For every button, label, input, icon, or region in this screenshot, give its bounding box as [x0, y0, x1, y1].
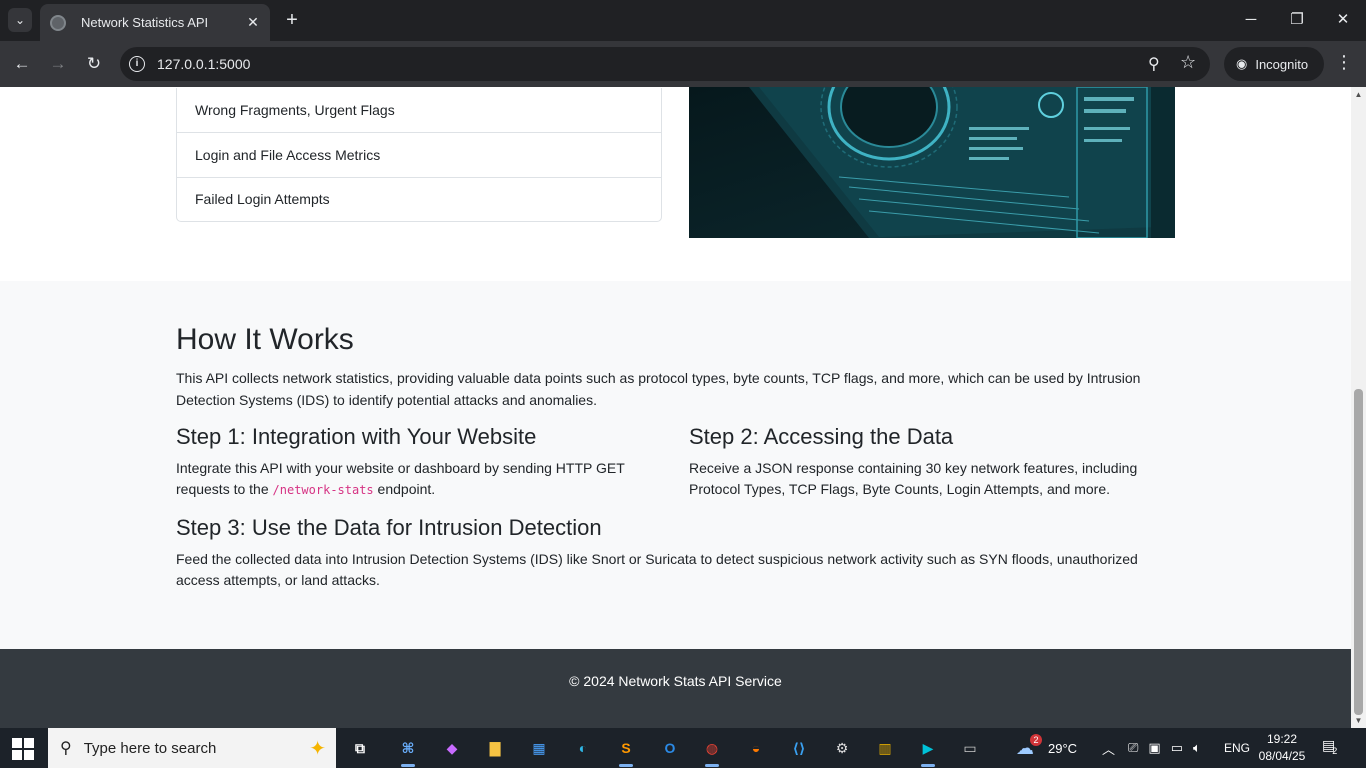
- weather-badge: 2: [1030, 734, 1042, 746]
- page-viewport: Wrong Fragments, Urgent Flags Login and …: [0, 87, 1351, 728]
- step3-text: Feed the collected data into Intrusion D…: [176, 551, 1138, 588]
- notification-icon[interactable]: ▤2: [1322, 737, 1346, 759]
- step2-text: Receive a JSON response containing 30 ke…: [689, 460, 1138, 497]
- incognito-icon: ◉: [1236, 56, 1248, 71]
- url-text: 127.0.0.1:5000: [157, 56, 251, 72]
- settings-gear-icon[interactable]: ⚙: [827, 734, 857, 762]
- language-indicator[interactable]: ENG: [1224, 728, 1250, 768]
- battery-icon[interactable]: ▭: [1171, 740, 1183, 756]
- step2-title: Step 2: Accessing the Data: [689, 424, 954, 449]
- taskbar-search[interactable]: ⚲ Type here to search ✦: [48, 728, 336, 768]
- step3-title: Step 3: Use the Data for Intrusion Detec…: [176, 515, 602, 540]
- page-scrollbar[interactable]: ▲ ▼: [1351, 87, 1366, 728]
- new-tab-button[interactable]: +: [282, 8, 302, 32]
- terminal-icon[interactable]: ▭: [955, 734, 985, 762]
- reload-button[interactable]: ↻: [82, 52, 106, 76]
- browser-menu-button[interactable]: ⋮: [1334, 52, 1354, 73]
- meet-icon[interactable]: ⎚: [1128, 740, 1138, 756]
- window-close-button[interactable]: ✕: [1320, 8, 1366, 32]
- feature-list: Wrong Fragments, Urgent Flags Login and …: [176, 88, 662, 222]
- media-app-icon[interactable]: ▶: [913, 734, 943, 767]
- outlook-icon[interactable]: O: [655, 734, 685, 762]
- page-footer: © 2024 Network Stats API Service: [0, 649, 1351, 728]
- task-view-icon[interactable]: ⧉: [345, 734, 375, 762]
- incognito-indicator[interactable]: ◉ Incognito: [1224, 47, 1324, 81]
- copilot-sparkle-icon[interactable]: ✦: [309, 736, 326, 761]
- scroll-up-arrow-icon[interactable]: ▲: [1351, 90, 1366, 99]
- list-item: Failed Login Attempts: [177, 176, 661, 222]
- search-icon: ⚲: [60, 740, 72, 757]
- globe-icon: [50, 14, 66, 31]
- bookmark-star-icon[interactable]: ☆: [1180, 52, 1196, 73]
- scrollbar-thumb[interactable]: [1354, 389, 1363, 715]
- tab-close-icon[interactable]: ✕: [244, 14, 262, 31]
- site-info-icon[interactable]: i: [129, 56, 145, 72]
- browser-tab-bar: ⌄ Network Statistics API ✕ + ─ ❐ ✕: [0, 0, 1366, 41]
- step1-text: Integrate this API with your website or …: [176, 460, 625, 497]
- section-intro: This API collects network statistics, pr…: [176, 370, 1141, 408]
- sublime-text-icon[interactable]: S: [611, 734, 641, 767]
- notification-count: 2: [1332, 746, 1338, 756]
- tray-chevron-icon[interactable]: ︿: [1102, 728, 1115, 768]
- tab-search-button[interactable]: ⌄: [8, 8, 32, 32]
- step1-title: Step 1: Integration with Your Website: [176, 424, 537, 449]
- address-bar[interactable]: i 127.0.0.1:5000 ⚲ ☆: [120, 47, 1210, 81]
- minimize-button[interactable]: ─: [1228, 8, 1274, 32]
- windows-start-icon[interactable]: [12, 738, 34, 760]
- app-icon[interactable]: ◒: [741, 734, 771, 762]
- list-item: Login and File Access Metrics: [177, 132, 661, 177]
- restore-button[interactable]: ❐: [1274, 8, 1320, 32]
- weather-widget[interactable]: ☁ 2 29°C: [1016, 728, 1077, 768]
- microsoft-store-icon[interactable]: ▦: [524, 734, 554, 762]
- network-app-icon[interactable]: ⌘: [393, 734, 423, 767]
- back-button[interactable]: ←: [10, 52, 34, 76]
- tab-title: Network Statistics API: [81, 15, 209, 30]
- display-icon[interactable]: ▣: [1148, 740, 1160, 756]
- network-dashboard-image: [689, 87, 1175, 238]
- copilot-icon[interactable]: ◆: [437, 734, 467, 762]
- browser-toolbar: ← → ↻ i 127.0.0.1:5000 ⚲ ☆ ◉ Incognito ⋮: [0, 41, 1366, 87]
- incognito-label: Incognito: [1255, 56, 1309, 72]
- weather-temp: 29°C: [1048, 740, 1078, 756]
- chrome-icon[interactable]: ◍: [697, 734, 727, 767]
- zoom-icon[interactable]: ⚲: [1148, 54, 1160, 74]
- volume-icon[interactable]: 🔈︎: [1193, 740, 1201, 756]
- system-tray-icons: ⎚ ▣ ▭ 🔈︎: [1128, 728, 1201, 768]
- clock-time: 19:22: [1266, 732, 1298, 746]
- clock-date: 08/04/25: [1258, 749, 1306, 763]
- search-placeholder: Type here to search: [83, 739, 217, 757]
- list-item: Wrong Fragments, Urgent Flags: [195, 102, 395, 118]
- vscode-icon[interactable]: ⟨⟩: [784, 734, 814, 762]
- taskbar-clock[interactable]: 19:22 08/04/25: [1252, 731, 1312, 765]
- endpoint-code: /network-stats: [272, 483, 374, 497]
- scroll-down-arrow-icon[interactable]: ▼: [1351, 716, 1366, 725]
- file-explorer-icon[interactable]: ▇: [480, 734, 510, 762]
- edge-icon[interactable]: ◐: [568, 734, 598, 762]
- browser-tab[interactable]: Network Statistics API ✕: [40, 4, 270, 41]
- how-it-works-section: How It Works This API collects network s…: [0, 281, 1351, 649]
- section-title: How It Works: [176, 323, 354, 356]
- chart-app-icon[interactable]: ▥: [870, 734, 900, 762]
- forward-button[interactable]: →: [46, 52, 70, 76]
- windows-taskbar: ⚲ Type here to search ✦ ⧉ ⌘ ◆ ▇ ▦ ◐ S O …: [0, 728, 1366, 768]
